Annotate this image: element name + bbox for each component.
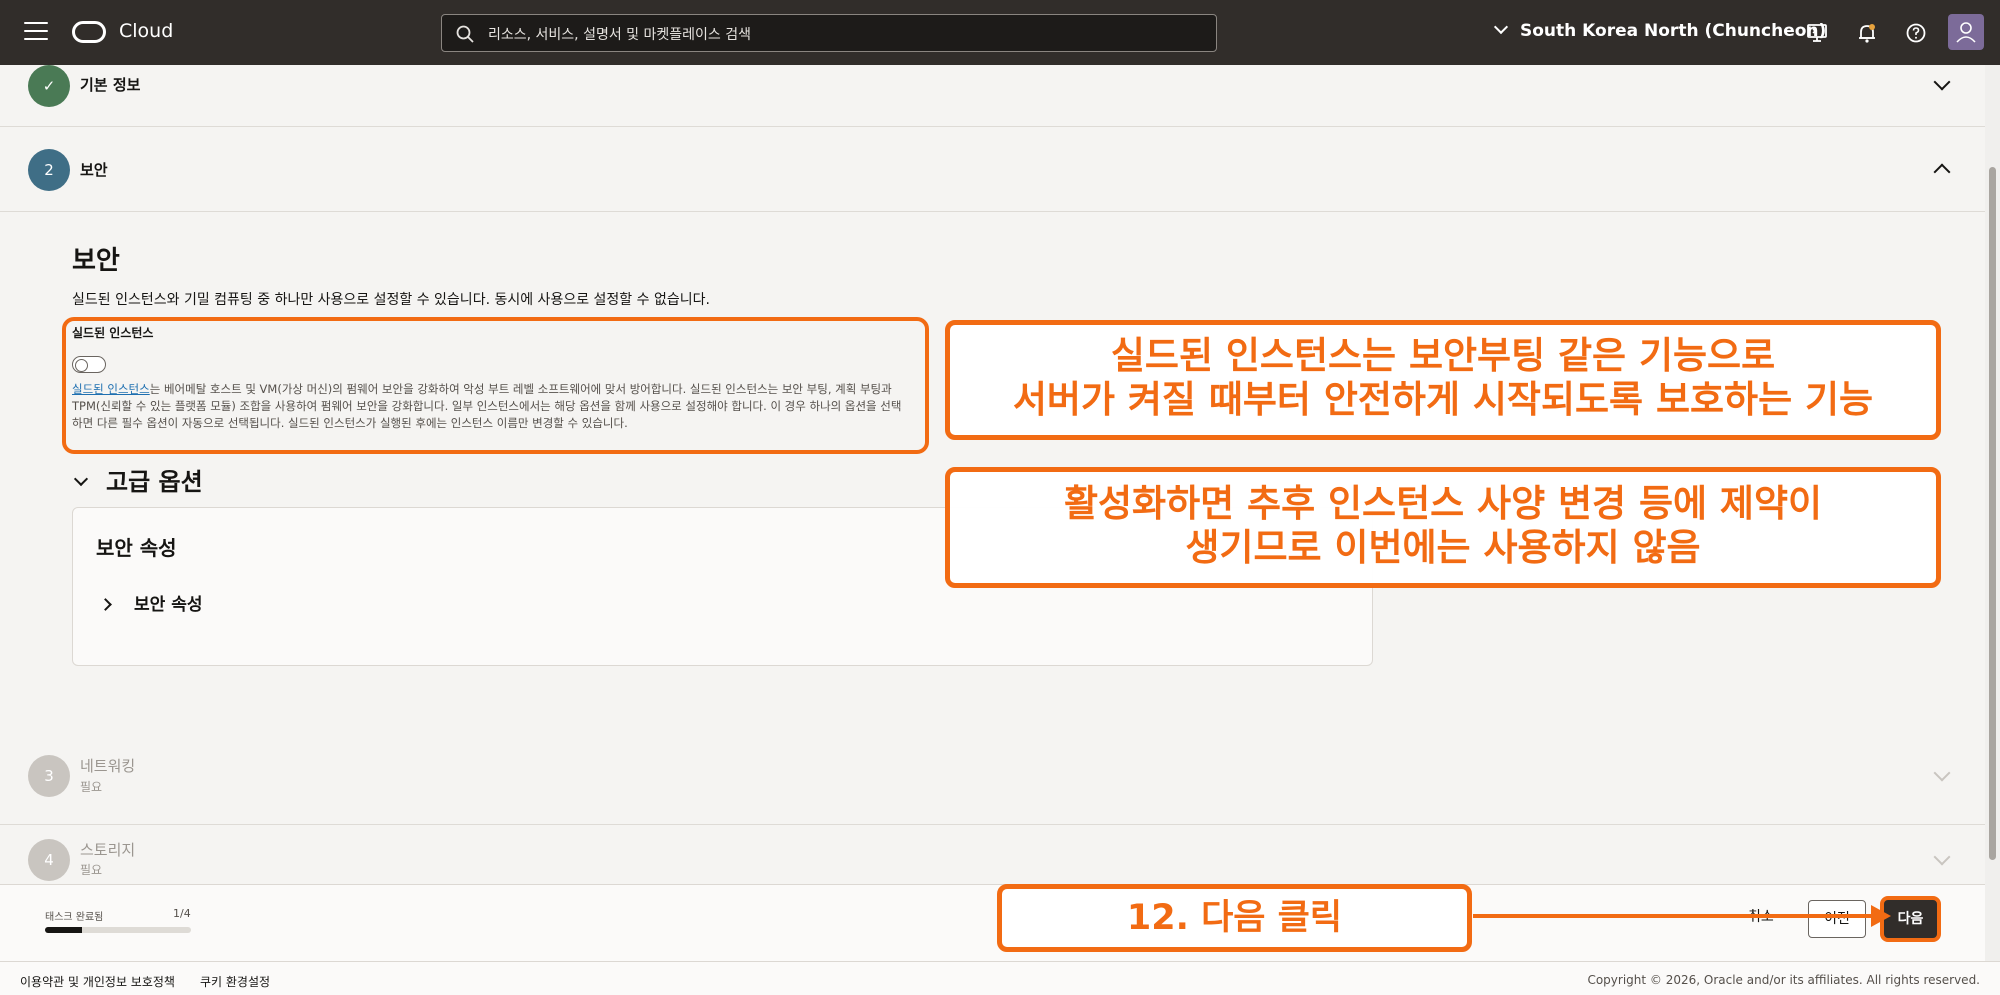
panel-title: 보안 속성 (96, 536, 177, 560)
annotation-line: 생기므로 이번에는 사용하지 않음 (1185, 526, 1701, 569)
step-done-check-icon: ✓ (28, 65, 70, 107)
arrow-line (1473, 914, 1873, 918)
footer: 이용약관 및 개인정보 보호정책 쿠키 환경설정 Copyright © 202… (0, 961, 2000, 995)
search-placeholder: 리소스, 서비스, 설명서 및 마켓플레이스 검색 (488, 27, 751, 43)
step-subtitle: 필요 (80, 780, 103, 794)
chevron-up-icon[interactable] (1933, 163, 1951, 181)
step-title: 네트워킹 (80, 757, 136, 775)
search-icon (456, 25, 474, 43)
security-attributes-expander[interactable]: 보안 속성 (99, 590, 203, 615)
previous-button[interactable]: 이전 (1808, 900, 1866, 938)
cookie-settings-link[interactable]: 쿠키 환경설정 (200, 973, 270, 990)
chevron-down-icon (1493, 19, 1509, 35)
user-icon (1956, 22, 1976, 43)
scrollbar[interactable] (1985, 65, 2000, 961)
oracle-logo-icon[interactable] (72, 21, 106, 43)
cloud-shell-icon[interactable] (1806, 22, 1828, 44)
step-storage[interactable]: 4 스토리지 필요 (0, 825, 1985, 885)
terms-link[interactable]: 이용약관 및 개인정보 보호정책 (20, 973, 175, 990)
chevron-down-icon[interactable] (1933, 764, 1951, 782)
annotation-line: 서버가 켜질 때부터 안전하게 시작되도록 보호하는 기능 (1012, 378, 1874, 421)
help-icon[interactable] (1905, 22, 1927, 44)
chevron-right-icon (99, 598, 112, 611)
step-title: 보안 (80, 161, 108, 179)
top-bar: Cloud 리소스, 서비스, 설명서 및 마켓플레이스 검색 South Ko… (0, 0, 2000, 65)
progress-count: 1/4 (173, 907, 191, 920)
step-title: 기본 정보 (80, 76, 141, 94)
step-number: 2 (28, 149, 70, 191)
chevron-down-icon[interactable] (1933, 73, 1951, 91)
progress-fill (45, 927, 82, 933)
annotation-click-next: 12. 다음 클릭 (997, 884, 1472, 952)
annotation-shielded-explanation: 실드된 인스턴스는 보안부팅 같은 기능으로 서버가 켜질 때부터 안전하게 시… (945, 320, 1941, 440)
step-number: 4 (28, 839, 70, 881)
brand-title[interactable]: Cloud (119, 20, 173, 42)
region-selector[interactable]: South Korea North (Chuncheon) (1493, 19, 1827, 41)
copyright: Copyright © 2026, Oracle and/or its affi… (1587, 973, 1980, 987)
action-bar: 태스크 완료됨 1/4 취소 이전 다음 (0, 884, 1985, 961)
arrow-head-icon (1871, 905, 1891, 927)
progress-label: 태스크 완료됨 (45, 912, 104, 923)
annotation-not-used: 활성화하면 추후 인스턴스 사양 변경 등에 제약이 생기므로 이번에는 사용하… (945, 467, 1941, 588)
step-title: 스토리지 (80, 841, 136, 859)
step-basic-info[interactable]: ✓ 기본 정보 (0, 65, 1985, 127)
section-title: 보안 (72, 246, 120, 276)
step-security[interactable]: 2 보안 (0, 127, 1985, 212)
notification-bell-icon[interactable] (1856, 22, 1878, 44)
chevron-down-icon[interactable] (1933, 848, 1951, 866)
step-networking[interactable]: 3 네트워킹 필요 (0, 745, 1985, 825)
advanced-options-label: 고급 옵션 (106, 468, 203, 496)
section-description: 실드된 인스턴스와 기밀 컴퓨팅 중 하나만 사용으로 설정할 수 있습니다. … (72, 292, 710, 308)
expander-label: 보안 속성 (134, 595, 203, 615)
advanced-options-toggle[interactable]: 고급 옵션 (73, 462, 203, 497)
chevron-down-icon (73, 471, 89, 487)
highlight-box (62, 317, 929, 454)
step-number: 3 (28, 755, 70, 797)
search-input[interactable]: 리소스, 서비스, 설명서 및 마켓플레이스 검색 (441, 14, 1217, 52)
user-avatar[interactable] (1948, 14, 1984, 50)
progress-bar (45, 927, 191, 933)
scrollbar-thumb[interactable] (1989, 167, 1996, 860)
step-subtitle: 필요 (80, 863, 103, 877)
annotation-line: 실드된 인스턴스는 보안부팅 같은 기능으로 (1110, 334, 1776, 377)
region-label: South Korea North (Chuncheon) (1520, 21, 1827, 41)
annotation-line: 활성화하면 추후 인스턴스 사양 변경 등에 제약이 (1063, 482, 1823, 525)
hamburger-menu-icon[interactable] (24, 22, 48, 42)
